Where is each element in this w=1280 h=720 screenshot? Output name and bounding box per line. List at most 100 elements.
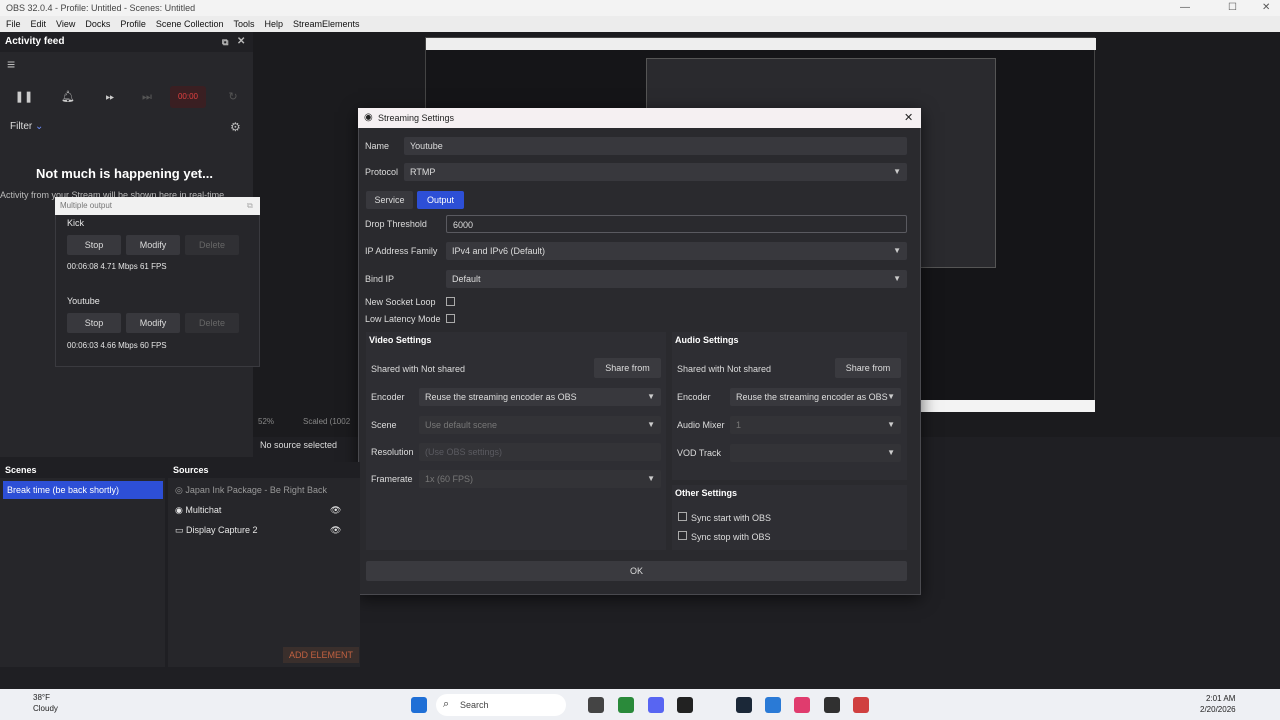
ip-family-select[interactable]: IPv4 and IPv6 (Default) ▼: [446, 242, 907, 260]
scenes-title: Scenes: [5, 465, 37, 475]
ok-button[interactable]: OK: [366, 561, 907, 581]
video-encoder-label: Encoder: [371, 392, 405, 402]
discord-icon[interactable]: [648, 697, 664, 713]
obs-logo-icon: ◉: [364, 112, 373, 123]
maximize-icon[interactable]: ☐: [1228, 0, 1237, 16]
obs-icon[interactable]: [824, 697, 840, 713]
tab-output[interactable]: Output: [417, 191, 464, 209]
chevron-down-icon: ▼: [647, 474, 655, 483]
steam-icon[interactable]: [736, 697, 752, 713]
bind-ip-value: Default: [452, 274, 481, 284]
video-encoder-select[interactable]: Reuse the streaming encoder as OBS ▼: [419, 388, 661, 406]
audio-mixer-label: Audio Mixer: [677, 420, 725, 430]
tiktok-icon[interactable]: [794, 697, 810, 713]
audio-encoder-select[interactable]: Reuse the streaming encoder as OBS ▼: [730, 388, 901, 406]
windows-start-icon[interactable]: [411, 697, 427, 713]
monitor-icon: ▭: [175, 525, 184, 535]
stop-button[interactable]: Stop: [67, 235, 121, 255]
source-item[interactable]: ▭ Display Capture 2: [175, 525, 258, 536]
new-socket-loop-checkbox[interactable]: [446, 297, 455, 306]
github-icon[interactable]: [677, 697, 693, 713]
framerate-select[interactable]: 1x (60 FPS) ▼: [419, 470, 661, 488]
undock-icon[interactable]: ⧉: [222, 32, 228, 52]
streamelements-icon[interactable]: [853, 697, 869, 713]
dialog-close-icon[interactable]: ✕: [904, 108, 913, 128]
audio-mixer-select[interactable]: 1 ▼: [730, 416, 901, 434]
source-item[interactable]: ◎ Japan Ink Package - Be Right Back: [175, 485, 327, 496]
audio-share-from-button[interactable]: Share from: [835, 358, 901, 378]
stop-button[interactable]: Stop: [67, 313, 121, 333]
name-input[interactable]: Youtube: [404, 137, 907, 155]
scene-item[interactable]: Break time (be back shortly): [3, 481, 163, 499]
menu-edit[interactable]: Edit: [31, 16, 47, 32]
chevron-down-icon: ▼: [647, 392, 655, 401]
sync-stop-checkbox[interactable]: [678, 531, 687, 540]
bind-ip-label: Bind IP: [365, 274, 395, 284]
audio-settings-title: Audio Settings: [675, 335, 739, 345]
source-item[interactable]: ◉ Multichat: [175, 505, 221, 516]
terminal-icon[interactable]: [588, 697, 604, 713]
new-socket-loop-label: New Socket Loop: [365, 297, 436, 307]
minimize-icon[interactable]: —: [1180, 0, 1190, 16]
menu-docks[interactable]: Docks: [85, 16, 110, 32]
protocol-select[interactable]: RTMP ▼: [404, 163, 907, 181]
close-icon[interactable]: ✕: [1262, 0, 1270, 16]
scenes-header: Scenes: [0, 462, 165, 478]
bind-ip-select[interactable]: Default ▼: [446, 270, 907, 288]
menu-help[interactable]: Help: [264, 16, 283, 32]
edge-icon[interactable]: [765, 697, 781, 713]
menu-bar: File Edit View Docks Profile Scene Colle…: [0, 16, 1280, 32]
menu-streamelements[interactable]: StreamElements: [293, 16, 360, 32]
target-name: Kick: [67, 218, 85, 228]
menu-tools[interactable]: Tools: [233, 16, 254, 32]
eye-icon[interactable]: 👁︎: [330, 525, 341, 536]
taskbar-search[interactable]: Search: [436, 694, 566, 716]
pause-icon[interactable]: ❚❚: [9, 86, 39, 108]
panel-restore-icon[interactable]: ⧉: [247, 197, 253, 215]
excel-icon[interactable]: [618, 697, 634, 713]
resolution-input[interactable]: (Use OBS settings): [419, 443, 661, 461]
window-title: OBS 32.0.4 - Profile: Untitled - Scenes:…: [6, 3, 196, 13]
scene-select[interactable]: Use default scene ▼: [419, 416, 661, 434]
clock-time: 2:01 AM: [1206, 694, 1236, 703]
hamburger-menu-icon[interactable]: ≡: [7, 56, 15, 72]
activity-feed-title: Activity feed: [5, 36, 65, 47]
chevron-down-icon: ▼: [887, 448, 895, 457]
video-share-from-button[interactable]: Share from: [594, 358, 661, 378]
settings-gear-icon[interactable]: ⚙: [230, 120, 241, 134]
bell-icon[interactable]: 🔔︎: [53, 86, 83, 108]
video-shared-label: Shared with Not shared: [371, 364, 466, 374]
dock-close-icon[interactable]: ✕: [237, 32, 245, 52]
delete-button[interactable]: Delete: [185, 235, 239, 255]
scene-label: Scene: [371, 420, 397, 430]
drop-threshold-input[interactable]: 6000: [446, 215, 907, 233]
source-label: Japan Ink Package - Be Right Back: [185, 485, 327, 495]
ip-family-value: IPv4 and IPv6 (Default): [452, 246, 546, 256]
source-label: Display Capture 2: [186, 525, 258, 535]
history-icon[interactable]: ↻: [218, 86, 248, 108]
low-latency-checkbox[interactable]: [446, 314, 455, 323]
menu-profile[interactable]: Profile: [120, 16, 146, 32]
chevron-down-icon: ▼: [893, 274, 901, 283]
skip-next-icon[interactable]: ⏭︎: [132, 86, 162, 108]
sync-start-checkbox[interactable]: [678, 512, 687, 521]
vod-track-select[interactable]: ▼: [730, 444, 901, 462]
delete-button[interactable]: Delete: [185, 313, 239, 333]
eye-icon[interactable]: 👁︎: [330, 505, 341, 516]
audio-mixer-value: 1: [736, 420, 742, 430]
vod-track-label: VOD Track: [677, 448, 722, 458]
protocol-label: Protocol: [365, 167, 399, 177]
modify-button[interactable]: Modify: [126, 235, 180, 255]
dialog-titlebar: ◉ Streaming Settings ✕: [358, 108, 921, 128]
menu-scene-collection[interactable]: Scene Collection: [156, 16, 224, 32]
filter-button[interactable]: Filter ⌄: [10, 121, 43, 132]
skip-icon[interactable]: ⏩︎: [95, 86, 125, 108]
menu-view[interactable]: View: [56, 16, 75, 32]
add-element-button[interactable]: ADD ELEMENT: [283, 647, 359, 663]
search-icon: ⌕: [443, 698, 450, 710]
modify-button[interactable]: Modify: [126, 313, 180, 333]
menu-file[interactable]: File: [6, 16, 21, 32]
framerate-value: 1x (60 FPS): [425, 474, 474, 484]
protocol-value: RTMP: [410, 167, 436, 177]
tab-service[interactable]: Service: [366, 191, 413, 209]
